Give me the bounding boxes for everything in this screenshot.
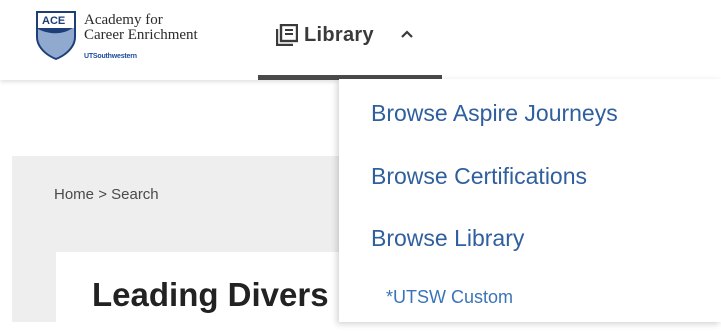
breadcrumb-separator: > [98,186,107,203]
page-title: Leading Divers [92,276,329,313]
menu-item-browse-aspire-journeys[interactable]: Browse Aspire Journeys [371,100,618,127]
breadcrumb: Home > Search [54,186,159,203]
logo-badge-text: ACE [42,15,66,27]
logo-line-2: Career Enrichment [84,27,198,43]
nav-library-menu[interactable]: Library [258,0,442,80]
chevron-up-icon [401,30,413,38]
library-dropdown-menu: Browse Aspire Journeys Browse Certificat… [339,79,721,322]
logo-wordmark: Academy for Career Enrichment [84,13,198,43]
logo-line-1: Academy for [84,12,163,28]
menu-item-browse-library[interactable]: Browse Library [371,225,524,252]
breadcrumb-current: Search [111,186,159,203]
breadcrumb-home[interactable]: Home [54,186,94,203]
logo-subtitle: UTSouthwestern [84,53,137,60]
menu-item-browse-certifications[interactable]: Browse Certifications [371,163,587,190]
top-navigation-bar: ACE Academy for Career Enrichment UTSout… [0,0,721,80]
ace-logo[interactable]: ACE Academy for Career Enrichment UTSout… [34,9,234,65]
menu-item-utsw-custom[interactable]: *UTSW Custom [386,287,513,308]
book-icon [276,24,298,46]
nav-library-label: Library [304,24,374,46]
